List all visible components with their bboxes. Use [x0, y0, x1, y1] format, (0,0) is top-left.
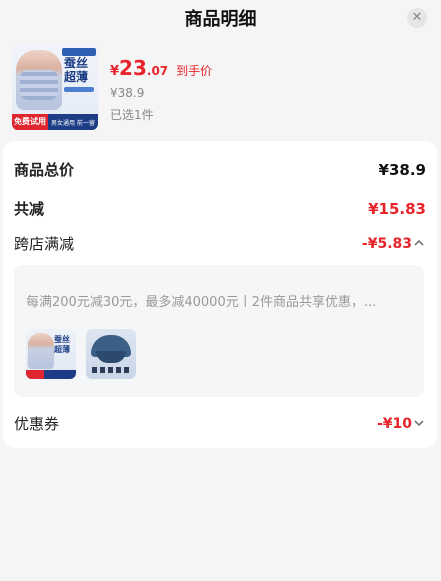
promo-panel: 每满200元减30元，最多减40000元丨2件商品共享优惠，... 蚕丝 超薄 — [14, 265, 424, 397]
chevron-up-icon[interactable] — [414, 237, 426, 250]
cross-store-value[interactable]: -¥5.83 — [362, 236, 426, 252]
header: 商品明细 ✕ — [0, 0, 441, 36]
cross-store-label: 跨店满减 — [14, 235, 75, 253]
product-thumbnail[interactable]: 蚕丝 超薄 免费试用 男女通用 前一留 — [12, 44, 98, 130]
coupon-row[interactable]: 优惠券 -¥10 — [14, 413, 426, 434]
reduction-row: 共减 ¥15.83 — [14, 198, 426, 219]
page-title: 商品明细 — [184, 9, 257, 30]
promo-item-knee-sleeve[interactable]: 蚕丝 超薄 — [26, 329, 76, 379]
product-info: ¥ 23 .07 到手价 ¥38.9 已选1件 — [110, 44, 212, 136]
order-detail-page: 商品明细 ✕ 蚕丝 超薄 免费试用 男女通用 前一留 ¥ 23 .07 到手价 … — [0, 0, 441, 581]
coupon-label: 优惠券 — [14, 415, 60, 433]
cross-store-row[interactable]: 跨店满减 -¥5.83 — [14, 233, 426, 254]
total-price-label: 商品总价 — [14, 161, 75, 179]
thumbnail-text-1: 蚕丝 — [64, 56, 89, 70]
total-price-row: 商品总价 ¥38.9 — [14, 159, 426, 180]
thumbnail-text-2: 超薄 — [64, 70, 89, 84]
product-summary: 蚕丝 超薄 免费试用 男女通用 前一留 ¥ 23 .07 到手价 ¥38.9 已… — [0, 36, 441, 136]
price-breakdown-card: 商品总价 ¥38.9 共减 ¥15.83 跨店满减 -¥5.83 每满200元减… — [3, 141, 437, 448]
final-price-label: 到手价 — [176, 64, 213, 78]
chevron-down-icon[interactable] — [414, 417, 426, 430]
close-icon[interactable]: ✕ — [407, 8, 427, 28]
total-price-value: ¥38.9 — [378, 160, 426, 179]
coupon-value[interactable]: -¥10 — [377, 416, 426, 432]
reduction-label: 共减 — [14, 200, 45, 218]
selected-count: 已选1件 — [110, 108, 154, 122]
thumbnail-badge: 免费试用 — [12, 114, 48, 130]
promo-item-umbrella[interactable] — [86, 329, 136, 379]
original-price: ¥38.9 — [110, 86, 145, 100]
promo-text: 每满200元减30元，最多减40000元丨2件商品共享优惠，... — [26, 295, 377, 310]
thumbnail-badge-rest: 男女通用 前一留 — [51, 119, 95, 127]
reduction-value: ¥15.83 — [368, 199, 426, 218]
final-price: ¥ 23 .07 到手价 — [110, 56, 213, 80]
